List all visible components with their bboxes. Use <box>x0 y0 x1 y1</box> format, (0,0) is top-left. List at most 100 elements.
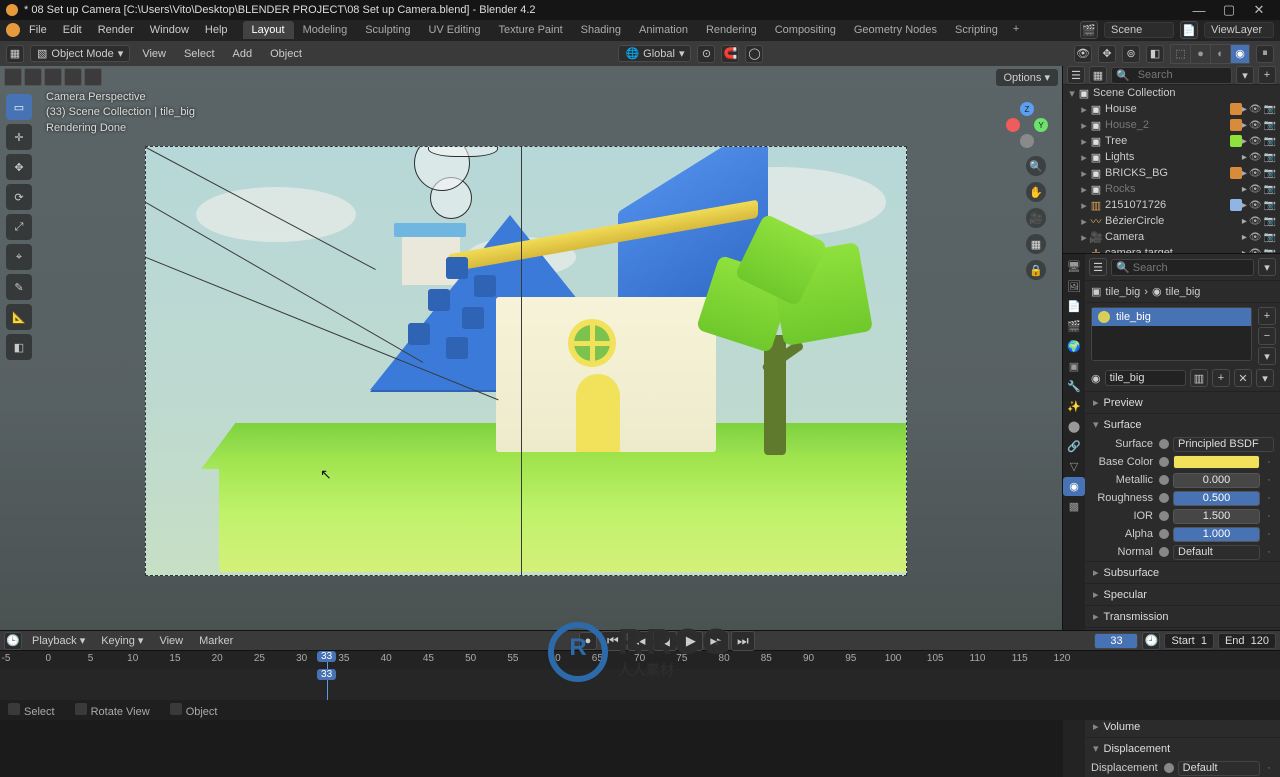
more-icon[interactable]: · <box>1264 492 1274 504</box>
outliner-item-bricksbg[interactable]: ▸▣ BRICKS_BG ▸👁📷 <box>1063 165 1280 181</box>
more-icon[interactable]: · <box>1264 528 1274 540</box>
select-menu[interactable]: Select <box>178 46 221 62</box>
surface-shader-select[interactable]: Principled BSDF <box>1173 437 1274 452</box>
mat-browse-icon[interactable]: ▥ <box>1190 369 1208 387</box>
axis-y-icon[interactable]: Y <box>1034 118 1048 132</box>
tab-scripting[interactable]: Scripting <box>946 21 1007 39</box>
select-mode-1[interactable] <box>4 68 22 86</box>
more-icon[interactable]: · <box>1264 762 1274 774</box>
outliner-item-house[interactable]: ▸▣ House ▸👁📷 <box>1063 101 1280 117</box>
menu-file[interactable]: File <box>22 22 54 38</box>
current-frame-field[interactable]: 33 <box>1094 633 1138 649</box>
shade-solid-button[interactable]: ● <box>1190 44 1210 64</box>
autokey-icon[interactable]: ● <box>579 632 597 650</box>
viewlayer-field[interactable]: ViewLayer <box>1204 22 1274 38</box>
prop-tab-data[interactable]: ▽ <box>1063 457 1085 476</box>
timeline-editor-type-icon[interactable]: 🕒 <box>4 632 22 650</box>
socket-icon[interactable] <box>1159 529 1169 539</box>
select-mode-3[interactable] <box>44 68 62 86</box>
tool-measure[interactable]: 📐 <box>6 304 32 330</box>
tool-transform[interactable]: ⌖ <box>6 244 32 270</box>
select-mode-2[interactable] <box>24 68 42 86</box>
section-displacement[interactable]: ▾Displacement <box>1085 737 1280 759</box>
camera-view-icon[interactable]: 🎥 <box>1026 208 1046 228</box>
prop-editor-type-icon[interactable]: ☰ <box>1089 258 1107 276</box>
orientation-select[interactable]: 🌐 Global ▾ <box>618 45 691 62</box>
viewport[interactable]: Options ▾ ▭ ✛ ✥ ⟳ ⤢ ⌖ ✎ 📐 ◧ Camera Persp… <box>0 66 1062 630</box>
more-icon[interactable]: · <box>1264 510 1274 522</box>
pause-render-icon[interactable]: ⏸ <box>1256 45 1274 63</box>
section-transmission[interactable]: ▸Transmission <box>1085 605 1280 627</box>
shade-rendered-button[interactable]: ◉ <box>1230 44 1250 64</box>
select-mode-4[interactable] <box>64 68 82 86</box>
axis-z-icon[interactable]: Z <box>1020 102 1034 116</box>
editor-type-icon[interactable]: ▦ <box>6 45 24 63</box>
section-surface[interactable]: ▾Surface <box>1085 413 1280 435</box>
start-frame-field[interactable]: Start 1 <box>1164 633 1213 649</box>
jump-start-button[interactable]: ⏮ <box>601 631 625 651</box>
end-frame-field[interactable]: End 120 <box>1218 633 1276 649</box>
menu-edit[interactable]: Edit <box>56 22 89 38</box>
perspective-icon[interactable]: ▦ <box>1026 234 1046 254</box>
slot-remove-button[interactable]: − <box>1258 327 1276 345</box>
material-name-field[interactable]: tile_big <box>1105 370 1186 386</box>
add-workspace-button[interactable]: + <box>1007 21 1025 39</box>
more-icon[interactable]: · <box>1264 474 1274 486</box>
options-icon[interactable]: ▾ <box>1258 258 1276 276</box>
slot-menu-button[interactable]: ▾ <box>1258 347 1276 365</box>
tab-shading[interactable]: Shading <box>572 21 630 39</box>
keyframe-next-button[interactable]: ▸▸ <box>705 631 729 651</box>
tool-annotate[interactable]: ✎ <box>6 274 32 300</box>
pivot-icon[interactable]: ⊙ <box>697 45 715 63</box>
playhead[interactable]: 33 <box>327 669 328 701</box>
filter-icon[interactable]: ▾ <box>1236 66 1254 84</box>
jump-end-button[interactable]: ⏭ <box>731 631 755 651</box>
tab-modeling[interactable]: Modeling <box>294 21 357 39</box>
axis-neg-z-icon[interactable] <box>1020 134 1034 148</box>
alpha-field[interactable]: 1.000 <box>1173 527 1260 542</box>
socket-icon[interactable] <box>1159 439 1169 449</box>
normal-field[interactable]: Default <box>1173 545 1260 560</box>
prop-tab-modifier[interactable]: 🔧 <box>1063 377 1085 396</box>
prop-tab-material[interactable]: ◉ <box>1063 477 1085 496</box>
add-menu[interactable]: Add <box>227 46 259 62</box>
outliner-root[interactable]: ▾▣ Scene Collection <box>1063 85 1280 101</box>
object-type-filter-icon[interactable]: 👁 <box>1074 45 1092 63</box>
gizmo-icon[interactable]: ✥ <box>1098 45 1116 63</box>
axis-x-icon[interactable] <box>1006 118 1020 132</box>
outliner-tree[interactable]: ▾▣ Scene Collection ▸▣ House ▸👁📷 ▸▣ Hous… <box>1063 85 1280 253</box>
play-reverse-button[interactable]: ◀ <box>653 631 677 651</box>
tab-geo-nodes[interactable]: Geometry Nodes <box>845 21 946 39</box>
prop-tab-viewlayer[interactable]: 📄 <box>1063 297 1085 316</box>
prop-tab-output[interactable]: 🖼 <box>1063 277 1085 296</box>
section-specular[interactable]: ▸Specular <box>1085 583 1280 605</box>
socket-icon[interactable] <box>1164 763 1174 773</box>
maximize-button[interactable]: ▢ <box>1214 2 1244 18</box>
more-icon[interactable]: · <box>1264 546 1274 558</box>
socket-icon[interactable] <box>1159 493 1169 503</box>
prop-tab-particle[interactable]: ✨ <box>1063 397 1085 416</box>
tl-view-menu[interactable]: View <box>153 633 189 649</box>
base-color-field[interactable] <box>1173 455 1260 469</box>
timeline-body[interactable]: 33 <box>0 669 1280 701</box>
outliner-item-camera-target[interactable]: ✛ camera target ▸👁📷 <box>1063 245 1280 253</box>
outliner-display-mode-icon[interactable]: ▦ <box>1089 66 1107 84</box>
prop-tab-object[interactable]: ▣ <box>1063 357 1085 376</box>
shade-matpreview-button[interactable]: ◐ <box>1210 44 1230 64</box>
material-slot-0[interactable]: tile_big <box>1092 308 1251 326</box>
prop-tab-scene[interactable]: 🎬 <box>1063 317 1085 336</box>
play-button[interactable]: ▶ <box>679 631 703 651</box>
new-collection-icon[interactable]: + <box>1258 66 1276 84</box>
keyframe-prev-button[interactable]: ◂◂ <box>627 631 651 651</box>
outliner-item-camera[interactable]: ▸🎥 Camera ▸👁📷 <box>1063 229 1280 245</box>
prop-tab-world[interactable]: 🌍 <box>1063 337 1085 356</box>
socket-icon[interactable] <box>1159 475 1169 485</box>
tool-select-box[interactable]: ▭ <box>6 94 32 120</box>
tab-rendering[interactable]: Rendering <box>697 21 766 39</box>
outliner-item-rocks[interactable]: ▸▣ Rocks ▸👁📷 <box>1063 181 1280 197</box>
menu-help[interactable]: Help <box>198 22 235 38</box>
material-slot-list[interactable]: tile_big <box>1091 307 1252 361</box>
prop-tab-texture[interactable]: ▩ <box>1063 497 1085 516</box>
lock-icon[interactable]: 🔒 <box>1026 260 1046 280</box>
slot-add-button[interactable]: + <box>1258 307 1276 325</box>
